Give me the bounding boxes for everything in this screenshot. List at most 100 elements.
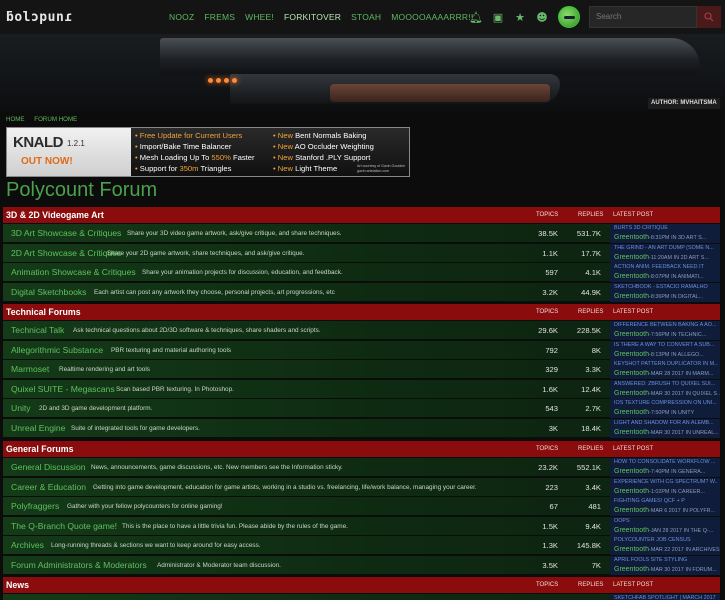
forum-row[interactable]: Quixel SUITE - Megascans Scan based PBR t…: [3, 379, 720, 399]
forum-name-link[interactable]: General Discussion: [11, 462, 86, 472]
latest-post-title[interactable]: LIGHT AND SHADOW FOR AN ALEMB...: [614, 420, 718, 426]
latest-post[interactable]: LIGHT AND SHADOW FOR AN ALEMB... Greentoo…: [610, 418, 720, 438]
latest-post-title[interactable]: ACTION ANIM. FEEDBACK NEED IT: [614, 264, 718, 270]
latest-post-user[interactable]: Greentooth: [614, 507, 649, 514]
section-title[interactable]: Technical Forums: [6, 307, 81, 317]
latest-post[interactable]: SKETCHBOOK - ESTACIO RAMALHO Greentooth-8…: [610, 282, 720, 302]
forum-row[interactable]: The Q-Branch Quote game! This is the plac…: [3, 516, 720, 536]
section-title[interactable]: News: [6, 580, 29, 590]
latest-post-forum[interactable]: IN THE Q-...: [684, 528, 714, 534]
latest-post-title[interactable]: EXPERIENCE WITH CG SPECTRUM? W...: [614, 479, 718, 485]
latest-post-title[interactable]: FIGHTING GAMES! QCF + P: [614, 498, 718, 504]
search-button[interactable]: [697, 6, 721, 28]
latest-post-title[interactable]: SKETCHBOOK - ESTACIO RAMALHO: [614, 284, 718, 290]
latest-post-forum[interactable]: IN CAREER...: [671, 489, 705, 495]
latest-post[interactable]: BURTS 3D CRITIQUE Greentooth-8:31PM IN 3D…: [610, 224, 720, 243]
latest-post-user[interactable]: Greentooth: [614, 546, 649, 553]
latest-post[interactable]: IS THERE A WAY TO CONVERT A SUB... Greent…: [610, 340, 720, 360]
latest-post-user[interactable]: Greentooth: [614, 351, 649, 358]
latest-post-user[interactable]: Greentooth: [614, 370, 649, 377]
latest-post[interactable]: KEYSHOT PATTERN DUPLICATOR IN M... Greent…: [610, 360, 720, 379]
latest-post-title[interactable]: SKETCHFAB SPOTLIGHT | MARCH 2017: [614, 595, 718, 600]
forum-name-link[interactable]: Forum Administrators & Moderators: [11, 560, 147, 570]
forum-name-link[interactable]: The Q-Branch Quote game!: [11, 521, 117, 531]
forum-row[interactable]: Marmoset Realtime rendering and art tools…: [3, 360, 720, 379]
forum-row[interactable]: Unity 2D and 3D game development platform…: [3, 399, 720, 418]
latest-post-forum[interactable]: IN ARCHIVES: [685, 547, 719, 553]
star-icon[interactable]: ★: [509, 11, 531, 24]
search-input[interactable]: Search: [589, 6, 697, 28]
latest-post[interactable]: APRIL FOOLS SITE STYLING Greentooth-MAR 3…: [610, 555, 720, 575]
latest-post-title[interactable]: ANSWERED: ZBRUSH TO QUIXEL SUI...: [614, 381, 718, 387]
forum-name-link[interactable]: Animation Showcase & Critiques: [11, 267, 136, 277]
site-logo[interactable]: ƃolɔpunɾ: [6, 10, 73, 25]
latest-post-user[interactable]: Greentooth: [614, 468, 649, 475]
latest-post-forum[interactable]: IN 3D ART S...: [671, 235, 706, 241]
breadcrumb-home[interactable]: HOME: [6, 116, 25, 123]
latest-post-user[interactable]: Greentooth: [614, 527, 649, 534]
forum-name-link[interactable]: Quixel SUITE - Megascans: [11, 384, 115, 394]
forum-row[interactable]: Archives Long-running threads & sections …: [3, 536, 720, 555]
latest-post-user[interactable]: Greentooth: [614, 293, 649, 300]
latest-post[interactable]: ANSWERED: ZBRUSH TO QUIXEL SUI... Greento…: [610, 379, 720, 399]
latest-post-title[interactable]: OOPS: [614, 518, 718, 524]
breadcrumb-forum-home[interactable]: FORUM HOME: [34, 116, 77, 123]
forum-row[interactable]: General Discussion News, announcements, g…: [3, 458, 720, 477]
latest-post-user[interactable]: Greentooth: [614, 331, 649, 338]
forum-name-link[interactable]: 3D Art Showcase & Critiques: [11, 228, 121, 238]
latest-post-forum[interactable]: IN UNREAL...: [685, 430, 718, 436]
latest-post-forum[interactable]: IN MARM...: [685, 371, 713, 377]
latest-post-forum[interactable]: IN QUIXEL S...: [685, 391, 720, 397]
latest-post-user[interactable]: Greentooth: [614, 429, 649, 436]
forum-name-link[interactable]: Digital Sketchbooks: [11, 287, 86, 297]
banner-author-label[interactable]: AUTHOR: MVHAITSMA: [648, 98, 720, 109]
latest-post-user[interactable]: Greentooth: [614, 409, 649, 416]
latest-post-forum[interactable]: IN 2D ART S...: [674, 255, 709, 261]
user-icon[interactable]: ☻: [531, 11, 553, 24]
latest-post[interactable]: HOW TO CONSOLIDATE WORKFLOW ... Greentoot…: [610, 458, 720, 477]
forum-name-link[interactable]: Unreal Engine: [11, 423, 65, 433]
latest-post-title[interactable]: IS THERE A WAY TO CONVERT A SUB...: [614, 342, 718, 348]
forum-row[interactable]: Unreal Engine Suite of integrated tools f…: [3, 418, 720, 438]
latest-post-forum[interactable]: IN POLYFR...: [682, 508, 715, 514]
latest-post-user[interactable]: Greentooth: [614, 488, 649, 495]
latest-post-user[interactable]: Greentooth: [614, 254, 649, 261]
latest-post[interactable]: THE GRIND - AN ART DUMP (SOME N... Greent…: [610, 243, 720, 263]
forum-row[interactable]: 3D Art Showcase & Critiques Share your 3D…: [3, 224, 720, 243]
forum-name-link[interactable]: Polyfraggers: [11, 501, 59, 511]
forum-row[interactable]: Animation Showcase & Critiques Share your…: [3, 263, 720, 282]
knald-ad-banner[interactable]: KNALD 1.2.1 OUT NOW! • Free Update for C…: [6, 127, 410, 177]
forum-name-link[interactable]: Archives: [11, 540, 44, 550]
section-title[interactable]: 3D & 2D Videogame Art: [6, 210, 104, 220]
latest-post-title[interactable]: DIFFERENCE BETWEEN BAKING A AO...: [614, 322, 718, 328]
avatar[interactable]: [558, 6, 580, 28]
latest-post[interactable]: ACTION ANIM. FEEDBACK NEED IT Greentooth-…: [610, 263, 720, 282]
forum-row[interactable]: 2D Art Showcase & Critiques Share your 2D…: [3, 243, 720, 263]
latest-post[interactable]: IOS TEXTURE COMPRESSION ON UNI... Greento…: [610, 399, 720, 418]
forum-row[interactable]: Technical Talk Ask technical questions ab…: [3, 321, 720, 340]
latest-post-user[interactable]: Greentooth: [614, 566, 649, 573]
latest-post[interactable]: SKETCHFAB SPOTLIGHT | MARCH 2017Greentoo…: [610, 594, 720, 600]
comments-icon[interactable]: ▣: [487, 11, 509, 24]
forum-row[interactable]: Allegorithmic Substance PBR texturing and…: [3, 340, 720, 360]
forum-row[interactable]: Polyfraggers Gather with your fellow poly…: [3, 497, 720, 516]
latest-post-forum[interactable]: IN GENERA...: [671, 469, 705, 475]
nav-link-forkitover[interactable]: FORKITOVER: [284, 12, 341, 22]
latest-post-forum[interactable]: IN TECHNIC...: [671, 332, 706, 338]
latest-post-title[interactable]: POLYCOUNTER JOB CENSUS: [614, 537, 718, 543]
latest-post-user[interactable]: Greentooth: [614, 273, 649, 280]
forum-name-link[interactable]: Allegorithmic Substance: [11, 345, 103, 355]
forum-name-link[interactable]: 2D Art Showcase & Critiques: [11, 248, 121, 258]
forum-name-link[interactable]: Career & Education: [11, 482, 86, 492]
latest-post-title[interactable]: APRIL FOOLS SITE STYLING: [614, 557, 718, 563]
nav-link-whee[interactable]: WHEE!: [245, 12, 274, 22]
latest-post[interactable]: EXPERIENCE WITH CG SPECTRUM? W... Greento…: [610, 477, 720, 497]
latest-post-user[interactable]: Greentooth: [614, 234, 649, 241]
latest-post[interactable]: POLYCOUNTER JOB CENSUS Greentooth-MAR 22 …: [610, 536, 720, 555]
forum-row[interactable]: Career & Education Getting into game deve…: [3, 477, 720, 497]
forum-name-link[interactable]: Unity: [11, 403, 31, 413]
latest-post-title[interactable]: IOS TEXTURE COMPRESSION ON UNI...: [614, 400, 718, 406]
latest-post-title[interactable]: KEYSHOT PATTERN DUPLICATOR IN M...: [614, 361, 718, 367]
latest-post-forum[interactable]: IN UNITY: [671, 410, 694, 416]
forum-row[interactable]: Digital Sketchbooks Each artist can post …: [3, 282, 720, 302]
